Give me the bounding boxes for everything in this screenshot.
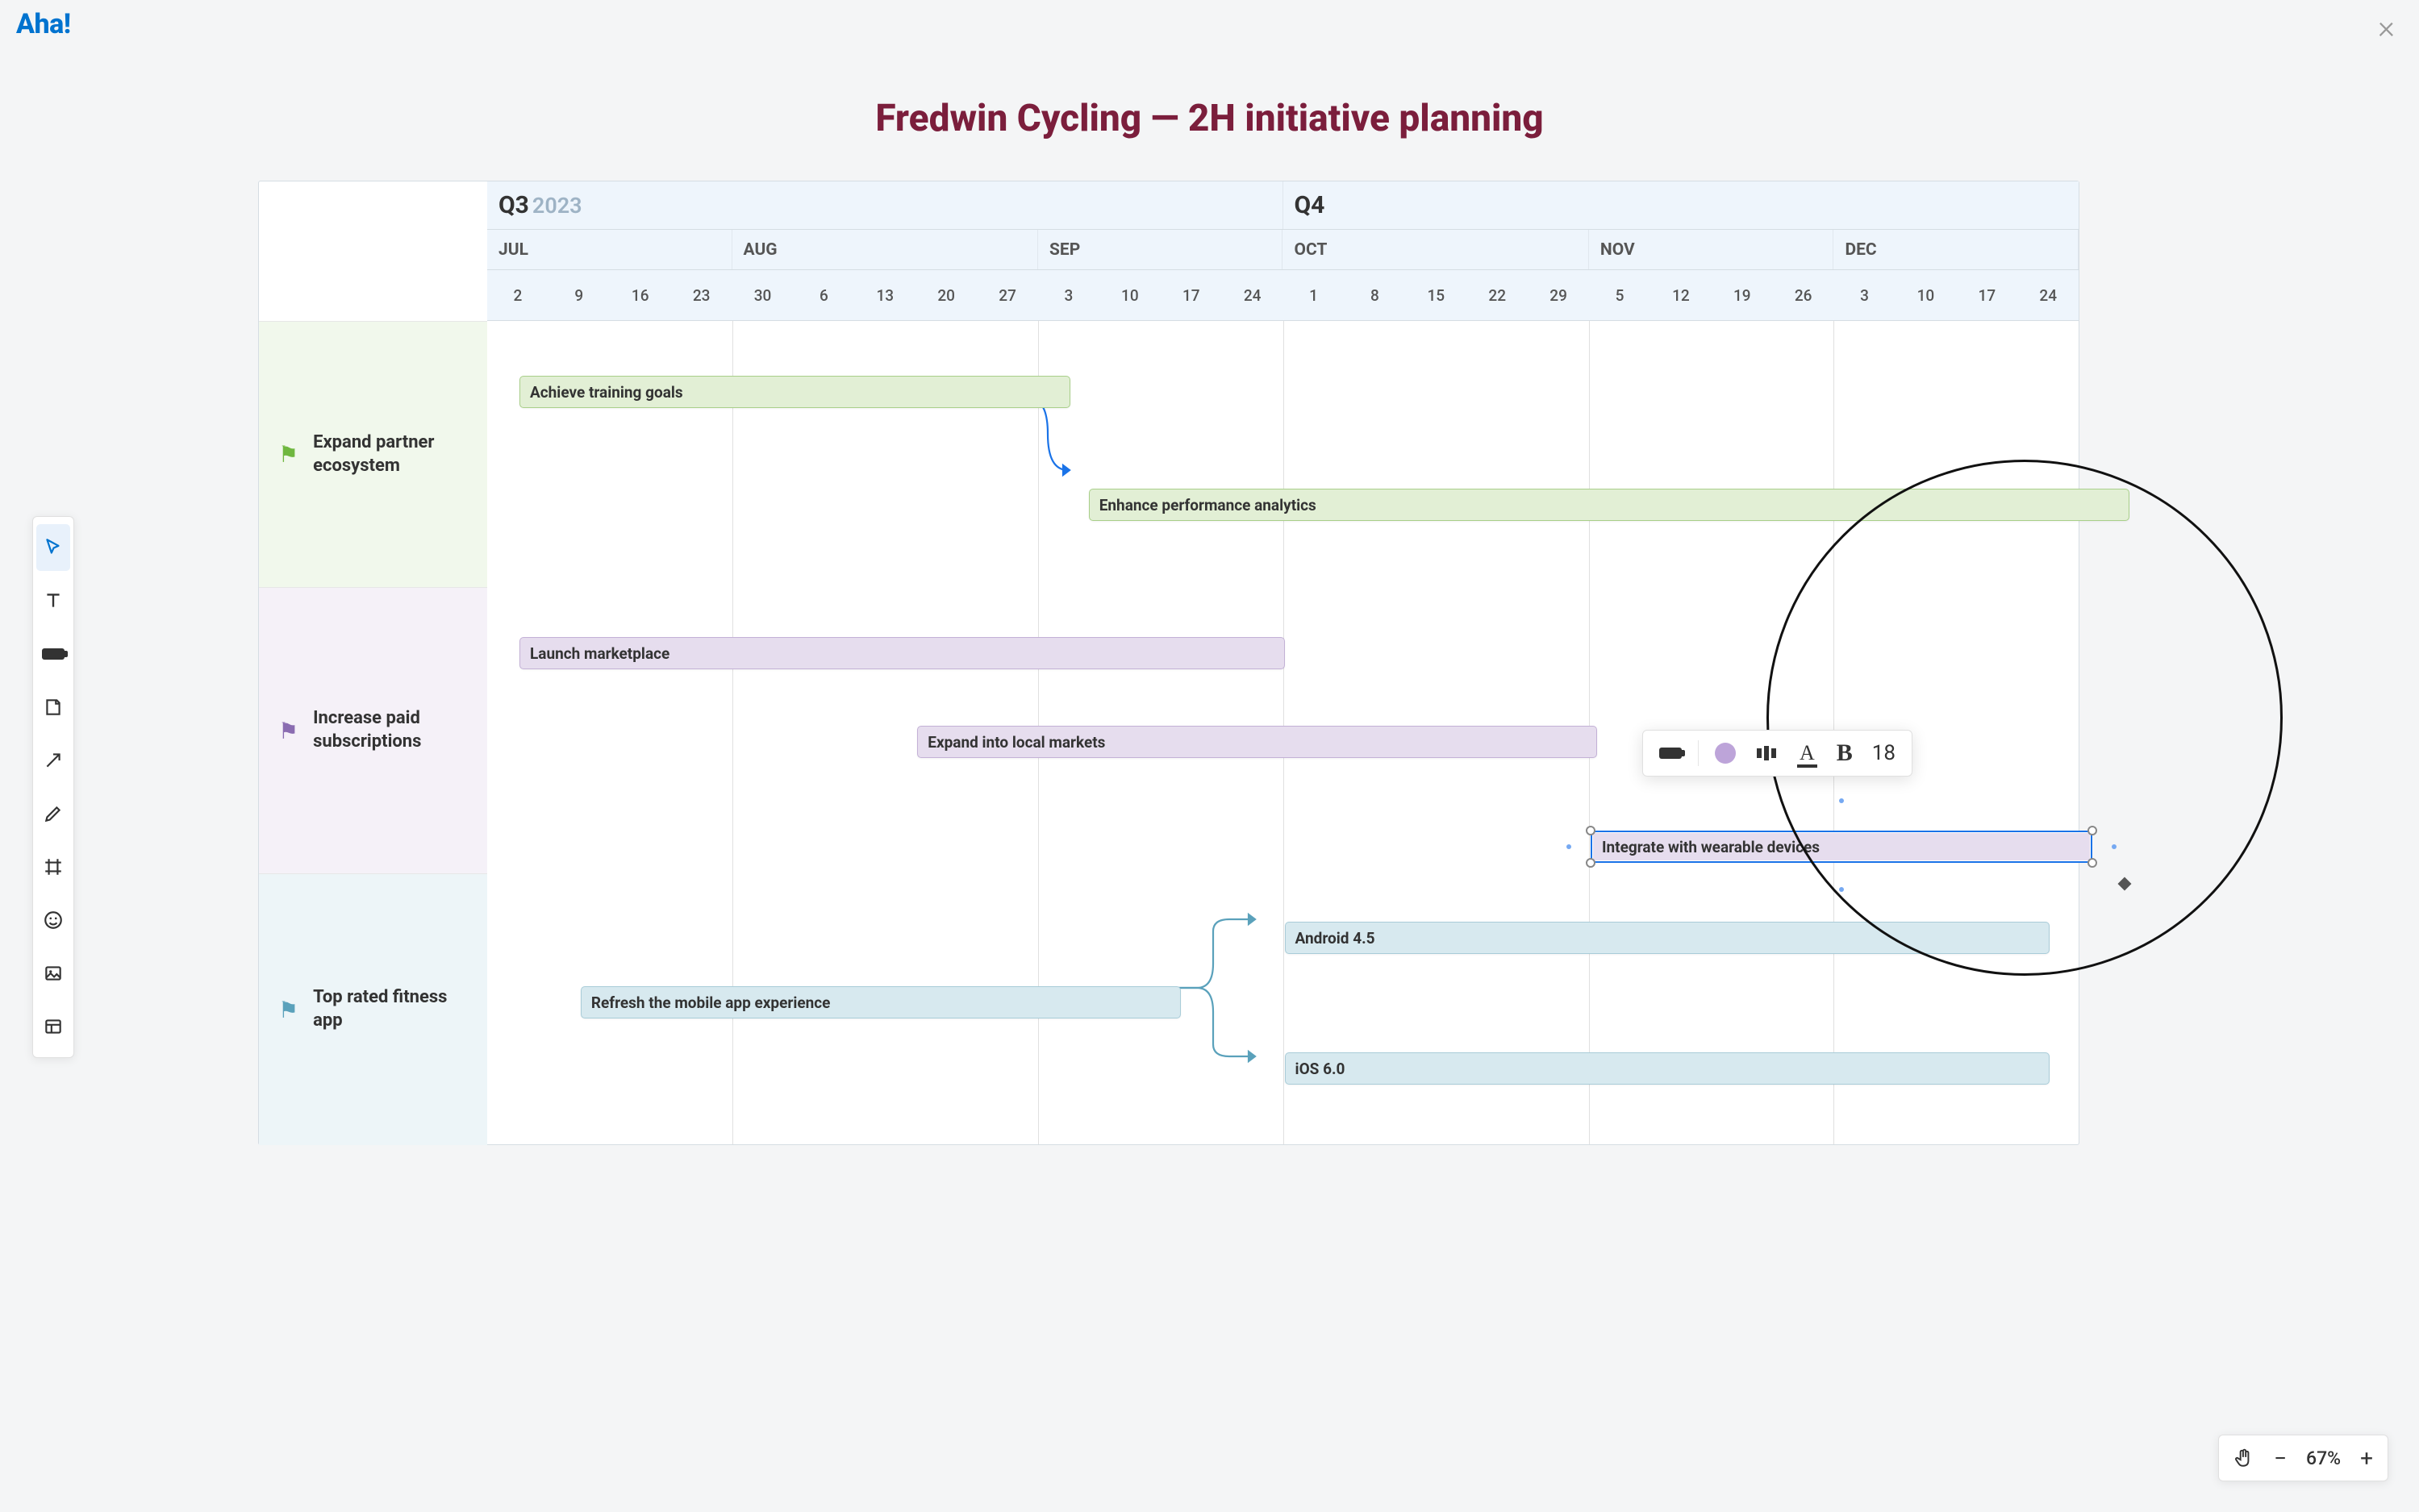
frame-tool[interactable]: [36, 843, 70, 890]
flag-icon: ⚑: [278, 997, 298, 1023]
whiteboard-canvas[interactable]: Fredwin Cycling — 2H initiative planning…: [250, 81, 2169, 1415]
week-cell: 26: [1773, 270, 1834, 321]
flag-icon: ⚑: [278, 441, 298, 468]
week-cell: 24: [2017, 270, 2079, 321]
week-cell: 24: [1222, 270, 1283, 321]
lane-label: Increase paid subscriptions: [313, 707, 458, 753]
month-cell: JUL: [487, 230, 732, 269]
sticky-note-tool[interactable]: [36, 684, 70, 731]
week-cell: 16: [610, 270, 671, 321]
timeline-bar[interactable]: Refresh the mobile app experience: [581, 986, 1181, 1018]
zoom-level[interactable]: 67%: [2306, 1447, 2341, 1469]
timeline-bar[interactable]: Integrate with wearable devices: [1591, 831, 2092, 863]
timeline-board[interactable]: ⚑ Expand partner ecosystem ⚑ Increase pa…: [258, 181, 2079, 1145]
lane-increase-paid[interactable]: ⚑ Increase paid subscriptions: [259, 587, 487, 873]
week-cell: 27: [977, 270, 1038, 321]
month-cell: SEP: [1038, 230, 1283, 269]
fill-color-picker[interactable]: [1712, 739, 1739, 767]
bold-toggle[interactable]: B: [1833, 736, 1856, 770]
alignment-dot: [1839, 887, 1844, 892]
page-title[interactable]: Fredwin Cycling — 2H initiative planning: [250, 97, 2169, 140]
lane-top-rated[interactable]: ⚑ Top rated fitness app: [259, 873, 487, 1145]
emoji-tool[interactable]: [36, 897, 70, 943]
selection-handle[interactable]: [1586, 858, 1595, 868]
week-cell: 15: [1405, 270, 1466, 321]
whiteboard-toolbox: [32, 516, 74, 1058]
alignment-dot: [2112, 844, 2117, 849]
lane-labels-column: ⚑ Expand partner ecosystem ⚑ Increase pa…: [259, 181, 487, 1144]
alignment-dot: [1839, 798, 1844, 803]
selection-handle[interactable]: [2087, 858, 2097, 868]
week-cell: 22: [1466, 270, 1528, 321]
template-tool[interactable]: [36, 1003, 70, 1050]
lane-label: Expand partner ecosystem: [313, 431, 458, 477]
pill-icon: [42, 648, 65, 660]
text-color-picker[interactable]: A: [1794, 738, 1821, 768]
logo[interactable]: Aha!: [16, 8, 71, 40]
week-cell: 2: [487, 270, 548, 321]
quarter-cell: Q4: [1283, 181, 2079, 229]
zoom-in-button[interactable]: +: [2360, 1445, 2373, 1472]
week-cell: 29: [1528, 270, 1589, 321]
week-cell: 8: [1344, 270, 1405, 321]
pill-icon: [1659, 748, 1682, 759]
color-swatch-icon: [1715, 743, 1736, 764]
image-tool[interactable]: [36, 950, 70, 997]
week-cell: 10: [1099, 270, 1161, 321]
week-cell: 1: [1283, 270, 1345, 321]
week-cell: 13: [854, 270, 915, 321]
close-button[interactable]: ×: [2378, 11, 2395, 44]
font-size-input[interactable]: 18: [1869, 738, 1899, 768]
week-cell: 5: [1589, 270, 1650, 321]
timeline-bar[interactable]: Achieve training goals: [519, 376, 1070, 408]
lane-label: Top rated fitness app: [313, 986, 458, 1032]
month-cell: DEC: [1833, 230, 2079, 269]
timeline-header: Q32023Q4 JULAUGSEPOCTNOVDEC 291623306132…: [487, 181, 2079, 321]
week-cell: 10: [1895, 270, 1956, 321]
week-cell: 17: [1161, 270, 1222, 321]
week-cell: 30: [732, 270, 794, 321]
week-cell: 12: [1650, 270, 1712, 321]
align-picker[interactable]: [1752, 740, 1781, 766]
timeline-bar[interactable]: Expand into local markets: [917, 726, 1596, 758]
week-cell: 23: [671, 270, 732, 321]
week-cell: 20: [915, 270, 977, 321]
week-cell: 19: [1712, 270, 1773, 321]
lane-expand-partner[interactable]: ⚑ Expand partner ecosystem: [259, 321, 487, 587]
week-cell: 6: [793, 270, 854, 321]
timeline-bar[interactable]: Android 4.5: [1285, 922, 2050, 954]
pen-tool[interactable]: [36, 790, 70, 837]
month-cell: OCT: [1282, 230, 1588, 269]
flag-icon: ⚑: [278, 718, 298, 744]
shape-tool[interactable]: [36, 631, 70, 677]
week-cell: 3: [1834, 270, 1896, 321]
zoom-out-button[interactable]: −: [2274, 1445, 2287, 1472]
arrow-tool[interactable]: [36, 737, 70, 784]
timeline-bar[interactable]: Enhance performance analytics: [1089, 489, 2129, 521]
format-toolbar: A B 18: [1642, 730, 1912, 777]
selection-handle[interactable]: [1586, 826, 1595, 835]
header: Aha!: [0, 0, 2419, 48]
connector-diamond[interactable]: [2118, 877, 2132, 891]
week-cell: 3: [1038, 270, 1099, 321]
week-cell: 17: [1956, 270, 2017, 321]
text-tool[interactable]: [36, 577, 70, 624]
week-cell: 9: [548, 270, 610, 321]
selection-handle[interactable]: [2087, 826, 2097, 835]
month-cell: NOV: [1589, 230, 1834, 269]
pan-tool[interactable]: [2233, 1447, 2254, 1468]
shape-style-picker[interactable]: [1656, 744, 1685, 762]
select-tool[interactable]: [36, 524, 70, 571]
alignment-dot: [1566, 844, 1571, 849]
timeline-bar[interactable]: Launch marketplace: [519, 637, 1285, 669]
zoom-controls: − 67% +: [2218, 1435, 2388, 1481]
timeline-area: Q32023Q4 JULAUGSEPOCTNOVDEC 291623306132…: [487, 181, 2079, 1144]
timeline-bar[interactable]: iOS 6.0: [1285, 1052, 2050, 1085]
quarter-cell: Q32023: [487, 181, 1283, 229]
month-cell: AUG: [732, 230, 1038, 269]
